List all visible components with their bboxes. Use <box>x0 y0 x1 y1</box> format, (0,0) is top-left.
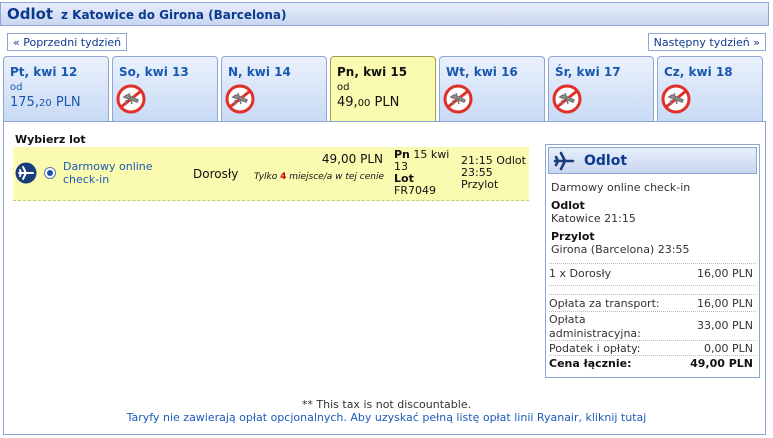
flight-row[interactable]: Darmowy online check-in Dorosły 49,00 PL… <box>13 147 529 201</box>
tab-day-label: N, kwi 14 <box>228 65 291 79</box>
no-flight-icon <box>661 84 691 114</box>
no-flight-icon <box>225 84 255 114</box>
no-flight-icon <box>552 84 582 114</box>
fees-link[interactable]: Taryfy nie zawierają opłat opcjonalnych.… <box>0 411 773 424</box>
tab-day-label: Śr, kwi 17 <box>555 65 621 79</box>
tab-from-label: od <box>337 82 350 93</box>
page-title: Odlot <box>7 5 54 23</box>
free-checkin-link[interactable]: Darmowy online check-in <box>63 160 173 186</box>
divider <box>549 294 756 295</box>
no-flight-icon <box>116 84 146 114</box>
passenger-type: Dorosły <box>193 167 239 181</box>
summary-arrival-label: Przylot <box>551 230 595 243</box>
summary-total-row: Cena łącznie: 49,00 PLN <box>549 357 753 370</box>
summary-admin-row: Opłata administracyjna: 33,00 PLN <box>549 313 753 340</box>
tab-from-label: od <box>10 82 23 93</box>
summary-departure-label: Odlot <box>551 199 585 212</box>
booking-summary: Odlot Darmowy online check-in Odlot Kato… <box>545 144 760 378</box>
tab-day-label: So, kwi 13 <box>119 65 189 79</box>
flight-radio[interactable] <box>44 167 56 179</box>
next-week-button[interactable]: Następny tydzień » <box>647 33 766 51</box>
summary-header: Odlot <box>548 147 757 174</box>
summary-checkin: Darmowy online check-in <box>551 181 691 194</box>
plane-icon <box>15 162 37 184</box>
date-tab-sun-14[interactable]: N, kwi 14 <box>221 56 327 122</box>
date-tab-sat-13[interactable]: So, kwi 13 <box>112 56 218 122</box>
page-header: Odlot z Katowice do Girona (Barcelona) <box>0 2 769 26</box>
date-tab-wed-17[interactable]: Śr, kwi 17 <box>548 56 654 122</box>
summary-departure-value: Katowice 21:15 <box>551 212 636 225</box>
date-tab-fri-12[interactable]: Pt, kwi 12 od 175,20 PLN <box>3 56 109 122</box>
date-tab-mon-15[interactable]: Pn, kwi 15 od 49,00 PLN <box>330 56 436 122</box>
route-title: z Katowice do Girona (Barcelona) <box>61 8 287 22</box>
flight-price: 49,00 PLN <box>321 152 383 166</box>
divider <box>549 263 756 264</box>
tab-price: 49,00 PLN <box>337 95 400 110</box>
divider <box>549 311 756 312</box>
departure-info: Pn 15 kwi 13 Lot FR7049 <box>394 148 450 197</box>
summary-title: Odlot <box>584 153 628 169</box>
times-info: 21:15 Odlot 23:55 Przylot <box>461 154 526 191</box>
no-flight-icon <box>443 84 473 114</box>
tab-day-label: Pt, kwi 12 <box>10 65 78 79</box>
previous-week-button[interactable]: « Poprzedni tydzień <box>7 33 128 51</box>
date-tab-tue-16[interactable]: Wt, kwi 16 <box>439 56 545 122</box>
summary-transport-row: Opłata za transport: 16,00 PLN <box>549 297 753 310</box>
tab-day-label: Wt, kwi 16 <box>446 65 518 79</box>
date-tab-thu-18[interactable]: Cz, kwi 18 <box>657 56 763 122</box>
summary-arrival-value: Girona (Barcelona) 23:55 <box>551 243 690 256</box>
plane-icon <box>553 151 575 171</box>
tax-note: ** This tax is not discountable. <box>301 398 472 411</box>
select-flight-heading: Wybierz lot <box>15 133 86 146</box>
seats-left-note: Tylko 4 miejsce/a w tej cenie <box>253 172 384 182</box>
divider <box>549 340 756 341</box>
tab-day-label: Pn, kwi 15 <box>337 65 408 79</box>
divider <box>549 285 756 286</box>
summary-passenger-row: 1 x Dorosły 16,00 PLN <box>549 267 753 280</box>
summary-tax-row: Podatek i opłaty: 0,00 PLN <box>549 342 753 355</box>
tab-price: 175,20 PLN <box>10 95 81 110</box>
tab-day-label: Cz, kwi 18 <box>664 65 733 79</box>
divider <box>549 355 756 356</box>
